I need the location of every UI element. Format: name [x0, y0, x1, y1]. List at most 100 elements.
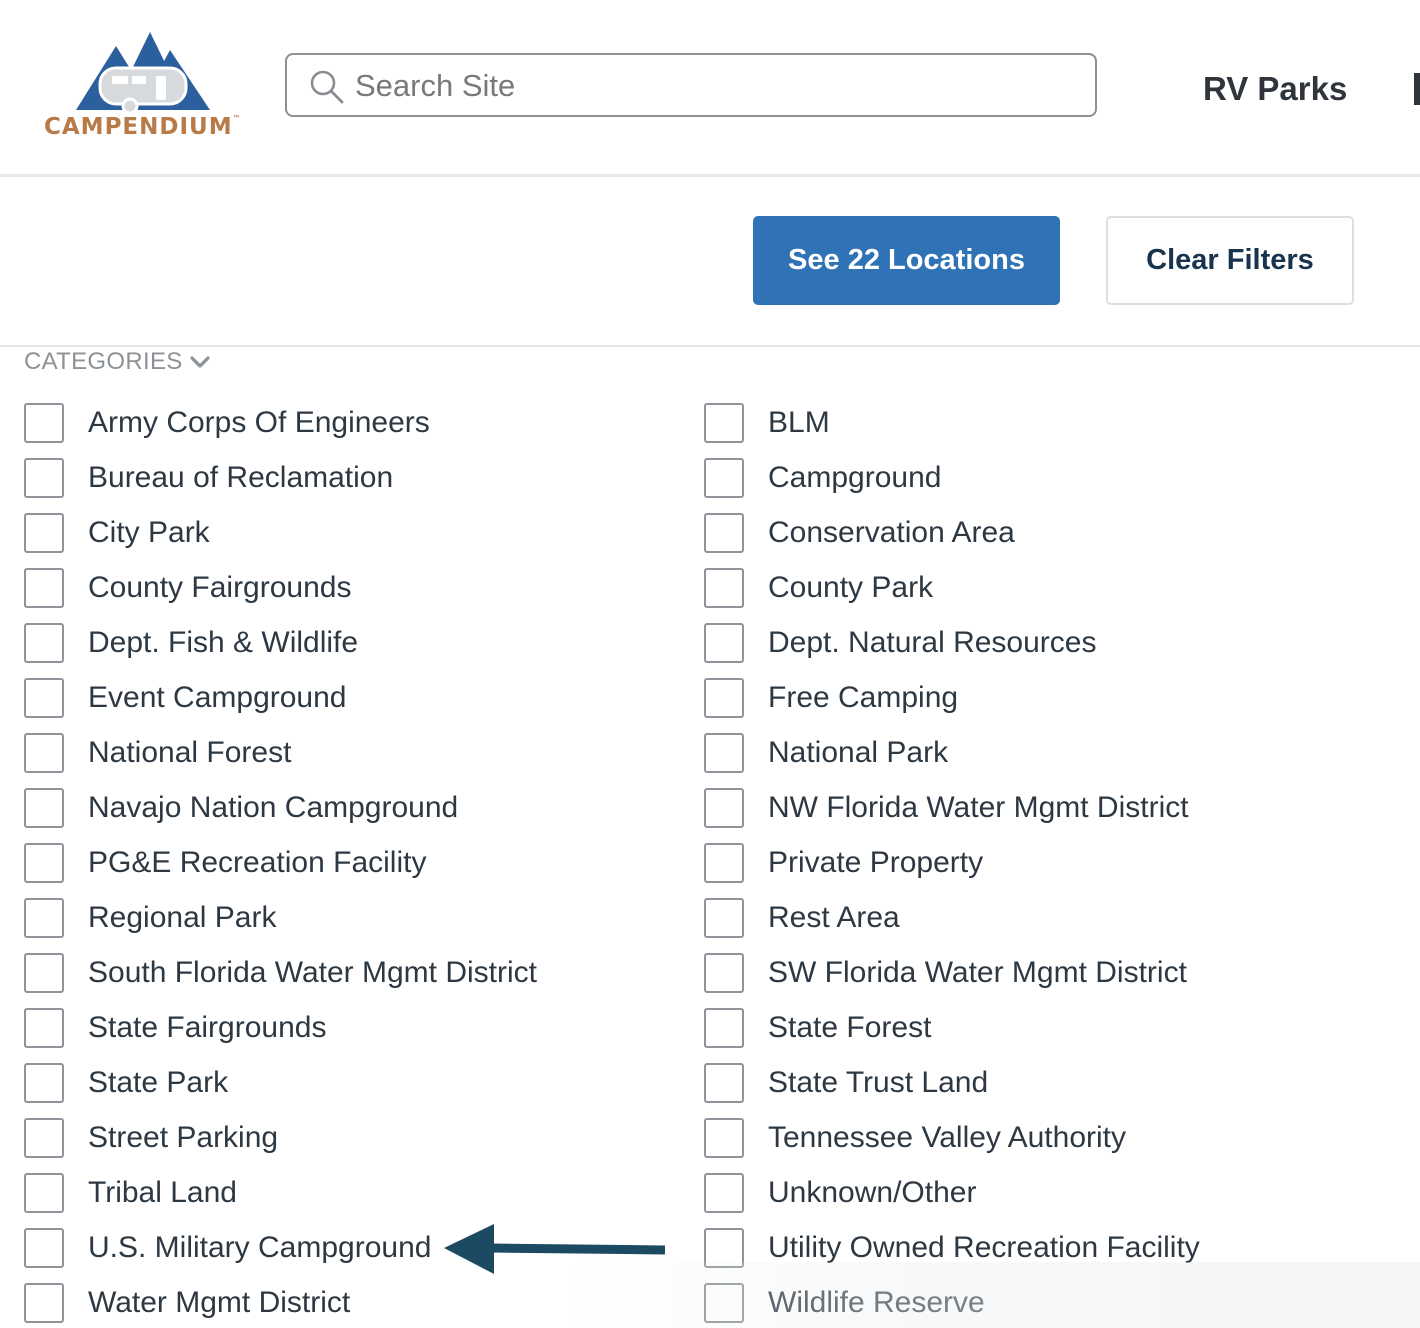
category-item[interactable]: Private Property: [704, 843, 1404, 898]
category-item[interactable]: SW Florida Water Mgmt District: [704, 953, 1404, 1008]
category-label[interactable]: Army Corps Of Engineers: [88, 403, 430, 443]
category-label[interactable]: Utility Owned Recreation Facility: [768, 1228, 1200, 1268]
category-checkbox[interactable]: [24, 623, 64, 663]
category-item[interactable]: Bureau of Reclamation: [24, 458, 664, 513]
category-checkbox[interactable]: [704, 1118, 744, 1158]
category-item[interactable]: NW Florida Water Mgmt District: [704, 788, 1404, 843]
category-label[interactable]: Rest Area: [768, 898, 900, 938]
category-label[interactable]: NW Florida Water Mgmt District: [768, 788, 1189, 828]
category-item[interactable]: Free Camping: [704, 678, 1404, 733]
category-checkbox[interactable]: [24, 513, 64, 553]
category-checkbox[interactable]: [24, 1008, 64, 1048]
category-checkbox[interactable]: [24, 1118, 64, 1158]
category-checkbox[interactable]: [24, 733, 64, 773]
category-item[interactable]: County Fairgrounds: [24, 568, 664, 623]
category-checkbox[interactable]: [704, 898, 744, 938]
category-item[interactable]: Unknown/Other: [704, 1173, 1404, 1228]
category-item[interactable]: Tennessee Valley Authority: [704, 1118, 1404, 1173]
category-item[interactable]: National Park: [704, 733, 1404, 788]
category-label[interactable]: Bureau of Reclamation: [88, 458, 393, 498]
category-item[interactable]: State Park: [24, 1063, 664, 1118]
category-label[interactable]: State Park: [88, 1063, 228, 1103]
category-checkbox[interactable]: [24, 1283, 64, 1323]
category-item[interactable]: County Park: [704, 568, 1404, 623]
category-item[interactable]: Conservation Area: [704, 513, 1404, 568]
category-item[interactable]: Navajo Nation Campground: [24, 788, 664, 843]
category-label[interactable]: County Fairgrounds: [88, 568, 351, 608]
category-checkbox[interactable]: [704, 1008, 744, 1048]
category-label[interactable]: National Park: [768, 733, 948, 773]
category-label[interactable]: Regional Park: [88, 898, 276, 938]
category-label[interactable]: Street Parking: [88, 1118, 278, 1158]
category-checkbox[interactable]: [704, 513, 744, 553]
category-checkbox[interactable]: [24, 678, 64, 718]
category-checkbox[interactable]: [704, 1228, 744, 1268]
category-label[interactable]: State Forest: [768, 1008, 931, 1048]
category-item[interactable]: National Forest: [24, 733, 664, 788]
category-checkbox[interactable]: [704, 843, 744, 883]
category-item[interactable]: Army Corps Of Engineers: [24, 403, 664, 458]
category-item[interactable]: Wildlife Reserve: [704, 1283, 1404, 1328]
category-item[interactable]: Street Parking: [24, 1118, 664, 1173]
category-checkbox[interactable]: [24, 1228, 64, 1268]
category-label[interactable]: Water Mgmt District: [88, 1283, 350, 1323]
category-checkbox[interactable]: [24, 1063, 64, 1103]
category-checkbox[interactable]: [704, 458, 744, 498]
category-label[interactable]: Dept. Fish & Wildlife: [88, 623, 358, 663]
category-label[interactable]: Campground: [768, 458, 941, 498]
category-item[interactable]: Campground: [704, 458, 1404, 513]
category-checkbox[interactable]: [24, 898, 64, 938]
category-checkbox[interactable]: [704, 1283, 744, 1323]
category-label[interactable]: Free Camping: [768, 678, 958, 718]
category-label[interactable]: Navajo Nation Campground: [88, 788, 458, 828]
category-checkbox[interactable]: [704, 1063, 744, 1103]
category-label[interactable]: Wildlife Reserve: [768, 1283, 985, 1323]
category-label[interactable]: City Park: [88, 513, 210, 553]
category-label[interactable]: Tribal Land: [88, 1173, 237, 1213]
category-item[interactable]: Utility Owned Recreation Facility: [704, 1228, 1404, 1283]
category-label[interactable]: State Fairgrounds: [88, 1008, 326, 1048]
category-label[interactable]: BLM: [768, 403, 830, 443]
category-checkbox[interactable]: [704, 733, 744, 773]
category-item[interactable]: Water Mgmt District: [24, 1283, 664, 1328]
search-input[interactable]: [353, 63, 1057, 109]
category-label[interactable]: County Park: [768, 568, 933, 608]
clear-filters-button[interactable]: Clear Filters: [1106, 216, 1354, 305]
categories-toggle[interactable]: CATEGORIES: [24, 347, 211, 377]
category-item[interactable]: City Park: [24, 513, 664, 568]
category-item[interactable]: South Florida Water Mgmt District: [24, 953, 664, 1008]
category-item[interactable]: Rest Area: [704, 898, 1404, 953]
category-checkbox[interactable]: [24, 568, 64, 608]
see-locations-button[interactable]: See 22 Locations: [753, 216, 1060, 305]
category-label[interactable]: Dept. Natural Resources: [768, 623, 1096, 663]
category-label[interactable]: South Florida Water Mgmt District: [88, 953, 537, 993]
category-label[interactable]: PG&E Recreation Facility: [88, 843, 426, 883]
category-item[interactable]: Dept. Fish & Wildlife: [24, 623, 664, 678]
category-item[interactable]: State Forest: [704, 1008, 1404, 1063]
category-checkbox[interactable]: [704, 678, 744, 718]
category-checkbox[interactable]: [24, 843, 64, 883]
category-label[interactable]: Conservation Area: [768, 513, 1015, 553]
category-label[interactable]: Unknown/Other: [768, 1173, 976, 1213]
category-label[interactable]: National Forest: [88, 733, 291, 773]
category-checkbox[interactable]: [704, 788, 744, 828]
category-label[interactable]: Event Campground: [88, 678, 347, 718]
category-item[interactable]: BLM: [704, 403, 1404, 458]
category-checkbox[interactable]: [704, 568, 744, 608]
nav-rv-parks[interactable]: RV Parks: [1203, 70, 1347, 108]
category-item[interactable]: Regional Park: [24, 898, 664, 953]
category-checkbox[interactable]: [704, 623, 744, 663]
category-label[interactable]: U.S. Military Campground: [88, 1228, 431, 1268]
category-checkbox[interactable]: [24, 953, 64, 993]
nav-next-item-clipped[interactable]: [1414, 73, 1420, 105]
category-item[interactable]: Event Campground: [24, 678, 664, 733]
category-checkbox[interactable]: [24, 1173, 64, 1213]
category-item[interactable]: Dept. Natural Resources: [704, 623, 1404, 678]
category-checkbox[interactable]: [704, 1173, 744, 1213]
campendium-logo[interactable]: CAMPENDIUM™: [44, 28, 244, 148]
category-label[interactable]: SW Florida Water Mgmt District: [768, 953, 1187, 993]
category-item[interactable]: State Fairgrounds: [24, 1008, 664, 1063]
category-item[interactable]: PG&E Recreation Facility: [24, 843, 664, 898]
category-item[interactable]: State Trust Land: [704, 1063, 1404, 1118]
category-checkbox[interactable]: [24, 458, 64, 498]
